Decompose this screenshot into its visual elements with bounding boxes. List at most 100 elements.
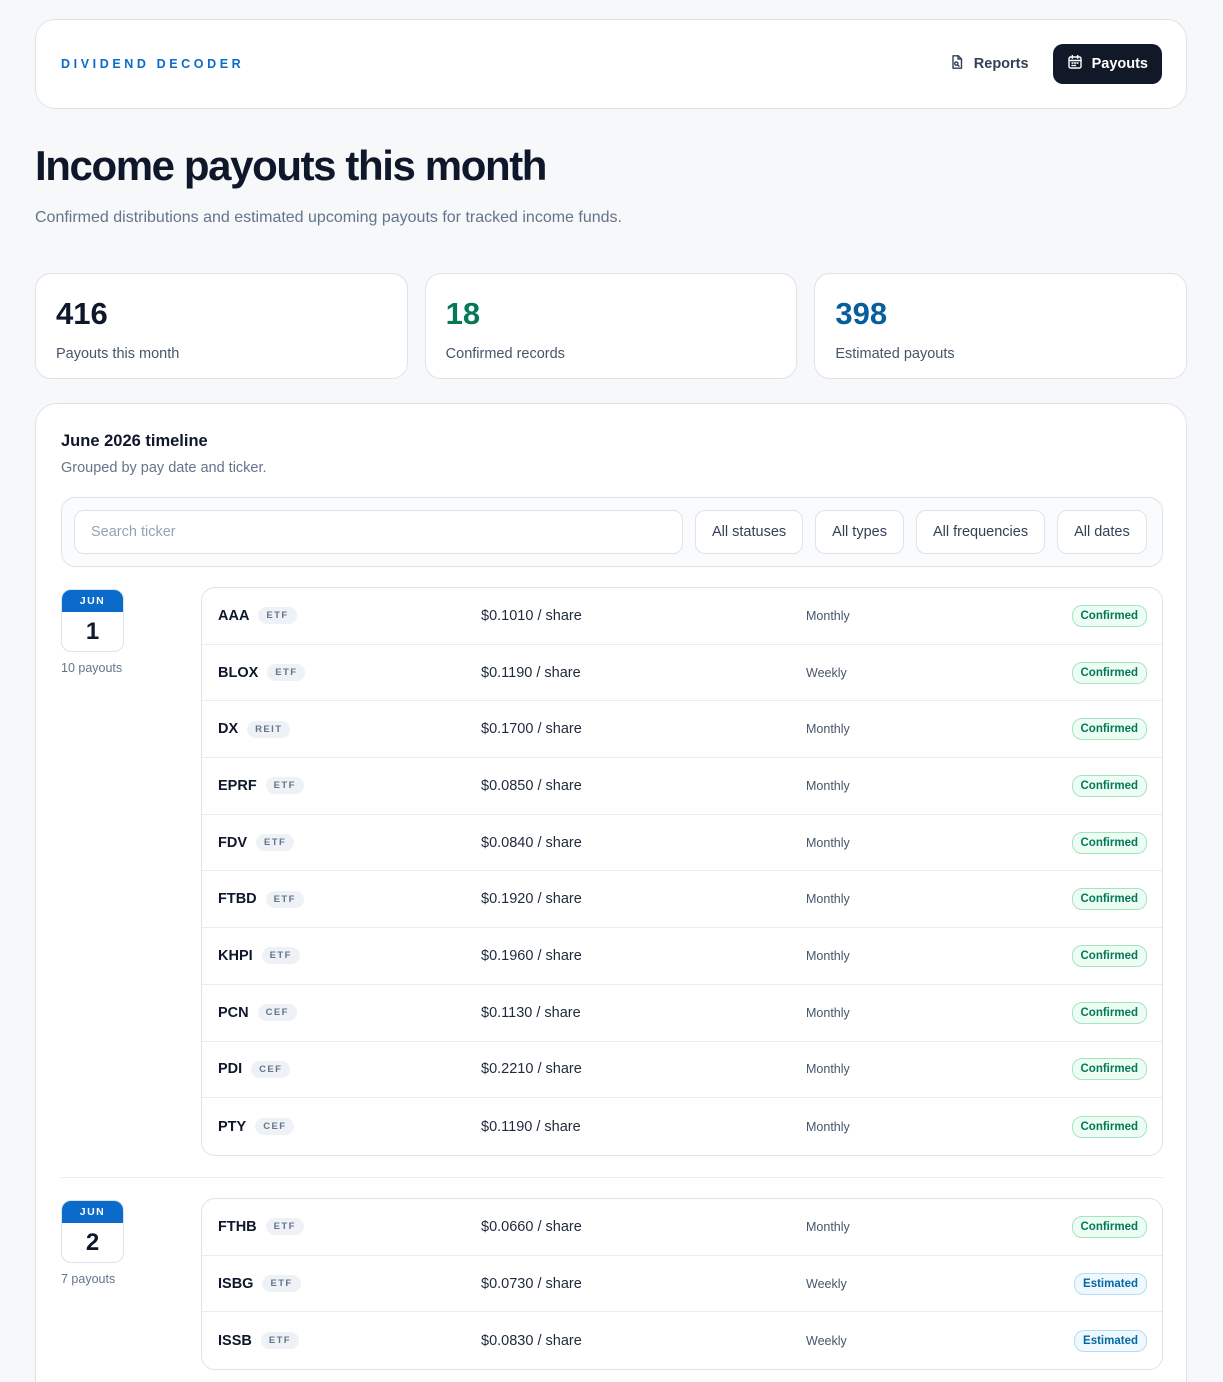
fund-type-badge: CEF (255, 1118, 295, 1136)
fund-type-badge: ETF (265, 1218, 304, 1236)
ticker-symbol[interactable]: FTHB (218, 1219, 257, 1235)
status-filter[interactable]: All statuses (695, 510, 804, 554)
nav-actions: Reports Payouts (935, 44, 1162, 84)
ticker-cell: PDI CEF (218, 1042, 291, 1098)
group-divider (61, 1177, 1163, 1178)
status-cell: Confirmed (1071, 588, 1147, 644)
ticker-symbol[interactable]: FDV (218, 835, 247, 851)
ticker-cell: AAA ETF (218, 588, 297, 644)
payout-frequency: Monthly (806, 778, 850, 793)
ticker-symbol[interactable]: DX (218, 721, 238, 737)
ticker-symbol[interactable]: ISSB (218, 1333, 252, 1349)
payout-frequency: Weekly (806, 1333, 847, 1348)
ticker-symbol[interactable]: PTY (218, 1119, 246, 1135)
fund-type-badge: ETF (265, 890, 304, 908)
payout-row[interactable]: PDI CEF $0.2210 / share Monthly Confirmed (202, 1042, 1162, 1099)
status-cell: Confirmed (1071, 701, 1147, 757)
ticker-cell: FDV ETF (218, 815, 295, 871)
payout-row[interactable]: BLOX ETF $0.1190 / share Weekly Confirmed (202, 645, 1162, 702)
status-cell: Confirmed (1071, 645, 1147, 701)
timeline-subtitle: Grouped by pay date and ticker. (61, 460, 267, 476)
payout-row[interactable]: EPRF ETF $0.0850 / share Monthly Confirmed (202, 758, 1162, 815)
payout-frequency: Monthly (806, 835, 850, 850)
fund-type-badge: ETF (260, 1332, 299, 1350)
fund-type-badge: ETF (265, 777, 304, 795)
fund-type-badge: ETF (256, 834, 295, 852)
status-badge: Confirmed (1071, 718, 1147, 741)
status-cell: Estimated (1074, 1256, 1147, 1312)
payouts-nav-button[interactable]: Payouts (1052, 44, 1162, 84)
payout-row[interactable]: AAA ETF $0.1010 / share Monthly Confirmed (202, 588, 1162, 645)
payout-frequency: Weekly (806, 1276, 847, 1291)
ticker-cell: ISSB ETF (218, 1312, 299, 1369)
payout-row[interactable]: FTHB ETF $0.0660 / share Monthly Confirmed (202, 1199, 1162, 1256)
brand-logo[interactable]: DIVIDEND DECODER (61, 57, 244, 71)
payout-row[interactable]: FDV ETF $0.0840 / share Monthly Confirmed (202, 815, 1162, 872)
frequency-filter[interactable]: All frequencies (915, 510, 1046, 554)
payout-amount: $0.1920 / share (481, 891, 582, 908)
status-cell: Confirmed (1071, 1042, 1147, 1098)
payout-row[interactable]: FTBD ETF $0.1920 / share Monthly Confirmed (202, 871, 1162, 929)
stat-card-estimated: 398 Estimated payouts (814, 273, 1188, 379)
payout-amount: $0.0730 / share (481, 1275, 582, 1292)
payout-amount: $0.1960 / share (481, 947, 582, 964)
status-badge: Confirmed (1071, 1215, 1147, 1238)
status-badge: Confirmed (1071, 1115, 1147, 1138)
payout-row[interactable]: PTY CEF $0.1190 / share Monthly Confirmed (202, 1098, 1162, 1155)
stat-label: Payouts this month (56, 346, 180, 362)
ticker-symbol[interactable]: PDI (218, 1061, 242, 1077)
payout-row[interactable]: DX REIT $0.1700 / share Monthly Confirmed (202, 701, 1162, 759)
search-input[interactable] (74, 510, 683, 554)
payout-row[interactable]: ISBG ETF $0.0730 / share Weekly Estimated (202, 1256, 1162, 1313)
ticker-symbol[interactable]: EPRF (218, 778, 257, 794)
status-badge: Confirmed (1071, 1001, 1147, 1024)
payout-row[interactable]: ISSB ETF $0.0830 / share Weekly Estimated (202, 1312, 1162, 1369)
payout-amount: $0.1190 / share (481, 1118, 581, 1135)
payout-row[interactable]: KHPI ETF $0.1960 / share Monthly Confirmed (202, 928, 1162, 985)
payout-count: 7 payouts (61, 1272, 116, 1286)
payout-frequency: Monthly (806, 1005, 850, 1020)
fund-type-badge: ETF (258, 607, 297, 625)
summary-stats: 416 Payouts this month 18 Confirmed reco… (35, 273, 1188, 379)
filter-bar: All statuses All types All frequencies A… (61, 497, 1163, 567)
date-day: 1 (85, 618, 100, 645)
fund-type-badge: CEF (251, 1060, 291, 1078)
status-badge: Confirmed (1071, 831, 1147, 854)
status-badge: Confirmed (1071, 661, 1147, 684)
ticker-symbol[interactable]: BLOX (218, 665, 258, 681)
status-badge: Confirmed (1071, 774, 1147, 797)
payout-amount: $0.0840 / share (481, 834, 582, 851)
status-cell: Estimated (1074, 1312, 1147, 1369)
page-title: Income payouts this month (35, 142, 547, 189)
payout-amount: $0.0830 / share (481, 1332, 582, 1349)
timeline-title: June 2026 timeline (61, 432, 208, 450)
payout-frequency: Monthly (806, 1219, 850, 1234)
status-cell: Confirmed (1071, 928, 1147, 984)
status-badge: Confirmed (1071, 1058, 1147, 1081)
payout-list: FTHB ETF $0.0660 / share Monthly Confirmed IS… (201, 1198, 1163, 1371)
payout-amount: $0.1190 / share (481, 664, 581, 681)
ticker-symbol[interactable]: KHPI (218, 948, 253, 964)
payout-amount: $0.1130 / share (481, 1004, 581, 1021)
stat-card-confirmed: 18 Confirmed records (424, 273, 798, 379)
payout-amount: $0.0850 / share (481, 777, 582, 794)
stat-value: 398 (835, 296, 888, 331)
ticker-symbol[interactable]: PCN (218, 1005, 249, 1021)
page-subtitle: Confirmed distributions and estimated up… (35, 209, 622, 226)
status-cell: Confirmed (1071, 758, 1147, 814)
ticker-symbol[interactable]: AAA (218, 608, 249, 624)
ticker-cell: EPRF ETF (218, 758, 304, 814)
ticker-cell: KHPI ETF (218, 928, 300, 984)
stat-value: 18 (445, 296, 481, 331)
ticker-symbol[interactable]: FTBD (218, 891, 257, 907)
payout-row[interactable]: PCN CEF $0.1130 / share Monthly Confirmed (202, 985, 1162, 1042)
type-filter[interactable]: All types (815, 510, 904, 554)
ticker-symbol[interactable]: ISBG (218, 1276, 253, 1292)
date-filter[interactable]: All dates (1057, 510, 1147, 554)
ticker-cell: DX REIT (218, 701, 291, 757)
status-cell: Confirmed (1071, 985, 1147, 1041)
stat-label: Estimated payouts (835, 346, 955, 362)
reports-nav-button[interactable]: Reports (935, 44, 1043, 84)
stat-card-payouts: 416 Payouts this month (35, 273, 408, 379)
fund-type-badge: CEF (257, 1004, 297, 1022)
